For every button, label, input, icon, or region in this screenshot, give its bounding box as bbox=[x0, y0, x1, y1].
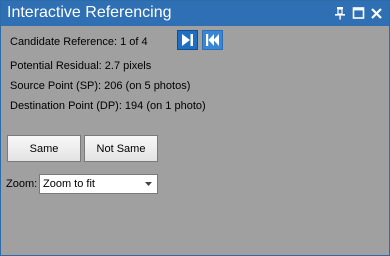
destination-point-text: Destination Point (DP): 194 (on 1 photo) bbox=[10, 100, 206, 112]
next-candidate-button[interactable] bbox=[177, 30, 198, 50]
interactive-referencing-panel: Interactive Referencing Candidate Refere… bbox=[0, 0, 390, 256]
potential-residual-text: Potential Residual: 2.7 pixels bbox=[10, 60, 152, 72]
restore-icon[interactable] bbox=[352, 6, 365, 20]
next-icon bbox=[182, 34, 193, 46]
window-controls bbox=[334, 6, 383, 20]
first-icon bbox=[206, 34, 219, 46]
title-bar: Interactive Referencing bbox=[1, 1, 389, 26]
same-button-label: Same bbox=[29, 142, 59, 155]
source-point-text: Source Point (SP): 206 (on 5 photos) bbox=[10, 80, 191, 92]
zoom-dropdown[interactable]: Zoom to fit bbox=[39, 174, 158, 194]
first-candidate-button[interactable] bbox=[202, 30, 223, 50]
zoom-selected-value: Zoom to fit bbox=[43, 178, 95, 190]
not-same-button[interactable]: Not Same bbox=[84, 135, 158, 162]
close-icon[interactable] bbox=[370, 6, 383, 20]
not-same-button-label: Not Same bbox=[96, 142, 146, 155]
window-title: Interactive Referencing bbox=[7, 4, 172, 21]
same-button[interactable]: Same bbox=[7, 135, 81, 162]
candidate-reference-label: Candidate Reference: 1 of 4 bbox=[10, 36, 148, 48]
zoom-label: Zoom: bbox=[6, 178, 38, 190]
chevron-down-icon bbox=[145, 182, 152, 186]
pin-icon[interactable] bbox=[334, 6, 347, 20]
